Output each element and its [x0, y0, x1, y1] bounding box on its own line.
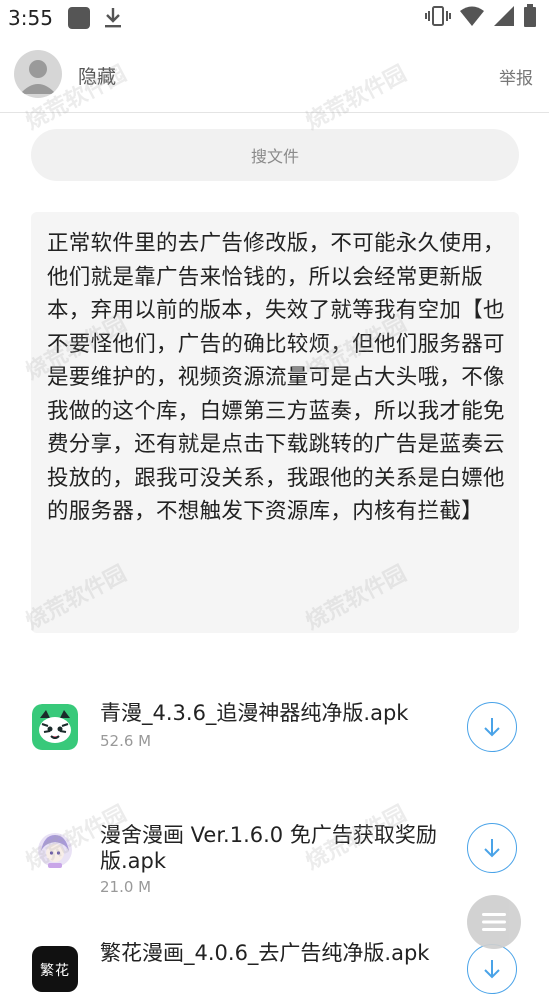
signal-icon	[493, 5, 515, 31]
post-header: 隐藏 举报	[0, 40, 549, 113]
wifi-icon	[459, 5, 485, 31]
avatar[interactable]	[14, 50, 62, 98]
status-bar: 3:55	[0, 0, 549, 38]
download-arrow-icon	[484, 839, 500, 858]
notice-text-box: 正常软件里的去广告修改版，不可能永久使用，他们就是靠广告来恰钱的，所以会经常更新…	[31, 212, 519, 633]
file-size: 52.6 M	[100, 732, 152, 750]
report-button[interactable]: 举报	[499, 64, 533, 89]
battery-icon	[523, 4, 537, 32]
file-name: 繁花漫画_4.0.6_去广告纯净版.apk	[100, 941, 430, 965]
username[interactable]: 隐藏	[78, 62, 116, 89]
download-button[interactable]	[467, 944, 517, 994]
vibrate-icon	[425, 5, 451, 31]
file-name: 漫舍漫画 Ver.1.6.0 免广告获取奖励版.apk	[100, 823, 437, 873]
search-input[interactable]: 搜文件	[31, 129, 519, 181]
file-name: 青漫_4.3.6_追漫神器纯净版.apk	[100, 701, 409, 725]
user-silhouette-icon	[20, 60, 56, 94]
manshe-app-icon	[32, 827, 78, 873]
file-size: 21.0 M	[100, 878, 152, 896]
download-arrow-icon	[484, 960, 500, 979]
app-notification-icon	[68, 7, 90, 29]
download-icon	[102, 6, 124, 30]
download-button[interactable]	[467, 702, 517, 752]
status-time: 3:55	[8, 6, 53, 30]
fanhua-icon-text: 繁花	[40, 963, 70, 979]
menu-icon	[482, 913, 506, 931]
floating-menu-button[interactable]	[467, 895, 521, 949]
download-button[interactable]	[467, 823, 517, 873]
fanhua-app-icon: 繁花	[32, 946, 78, 992]
qingman-app-icon	[32, 704, 78, 750]
search-placeholder: 搜文件	[250, 147, 299, 166]
notice-text: 正常软件里的去广告修改版，不可能永久使用，他们就是靠广告来恰钱的，所以会经常更新…	[47, 231, 505, 524]
download-arrow-icon	[484, 718, 500, 737]
status-icons	[425, 4, 537, 32]
